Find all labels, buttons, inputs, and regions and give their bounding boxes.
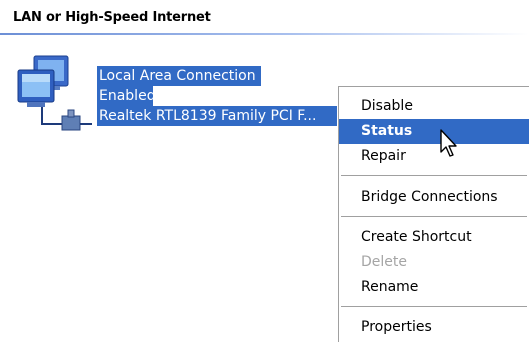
menu-item-create-shortcut[interactable]: Create Shortcut — [339, 225, 529, 250]
context-menu: Disable Status Repair Bridge Connections… — [338, 86, 529, 342]
connection-status: Enabled — [97, 86, 153, 106]
menu-item-bridge-connections[interactable]: Bridge Connections — [339, 185, 529, 210]
section-title: LAN or High-Speed Internet — [13, 10, 211, 25]
menu-separator — [341, 306, 527, 307]
arrow-cursor-icon — [440, 129, 457, 157]
menu-item-repair[interactable]: Repair — [339, 144, 529, 169]
menu-item-rename[interactable]: Rename — [339, 275, 529, 300]
menu-separator — [341, 216, 527, 217]
network-connection-item[interactable]: Local Area Connection 2 Enabled Realtek … — [12, 50, 342, 140]
menu-separator — [341, 175, 527, 176]
menu-item-disable[interactable]: Disable — [339, 94, 529, 119]
network-connection-icon — [17, 55, 92, 131]
menu-item-status[interactable]: Status — [339, 119, 529, 144]
connection-name: Local Area Connection 2 — [97, 66, 261, 86]
menu-item-delete: Delete — [361, 254, 407, 270]
section-divider — [0, 33, 529, 35]
connection-device: Realtek RTL8139 Family PCI F... — [97, 106, 337, 126]
menu-item-properties[interactable]: Properties — [339, 315, 529, 340]
